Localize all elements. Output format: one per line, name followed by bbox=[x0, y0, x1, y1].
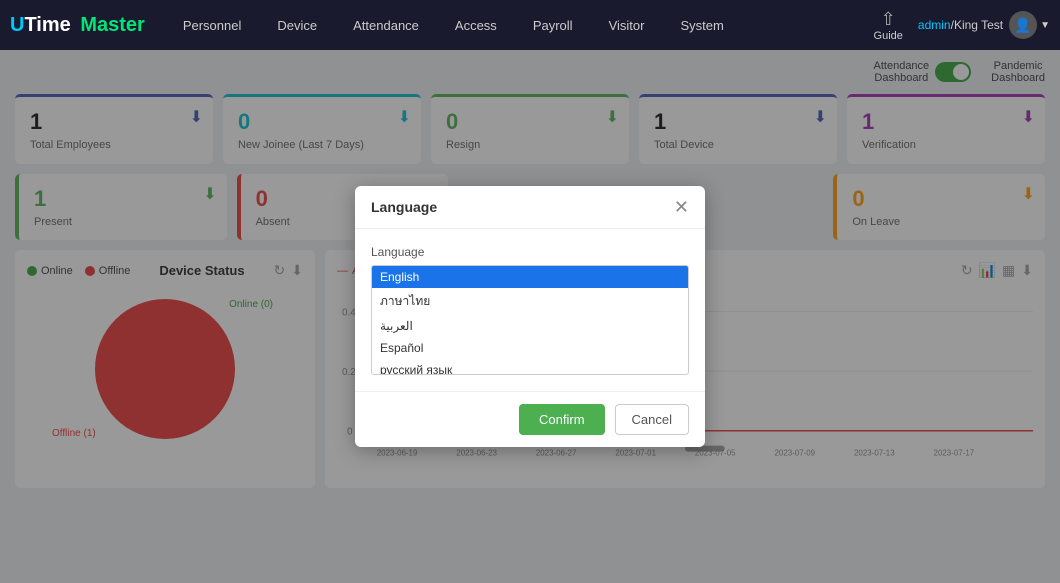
lang-option-english[interactable]: English bbox=[372, 266, 688, 288]
app-logo[interactable]: UTime Master bbox=[10, 14, 145, 37]
language-field-label: Language bbox=[371, 245, 689, 259]
nav-payroll[interactable]: Payroll bbox=[525, 13, 581, 38]
user-section[interactable]: admin/King Test 👤 ▼ bbox=[918, 11, 1050, 39]
lang-option-thai[interactable]: ภาษาไทย bbox=[372, 288, 688, 315]
nav-access[interactable]: Access bbox=[447, 13, 505, 38]
lang-option-spanish[interactable]: Español bbox=[372, 337, 688, 359]
user-dropdown-icon[interactable]: ▼ bbox=[1040, 20, 1050, 31]
modal-footer: Confirm Cancel bbox=[355, 391, 705, 447]
modal-header: Language ✕ bbox=[355, 186, 705, 229]
confirm-button[interactable]: Confirm bbox=[519, 404, 605, 435]
guide-label: Guide bbox=[874, 30, 903, 42]
language-modal: Language ✕ Language English ภาษาไทย العر… bbox=[355, 186, 705, 447]
dashboard: Attendance Dashboard Pandemic Dashboard … bbox=[0, 50, 1060, 583]
guide-icon: ⇧ bbox=[881, 9, 896, 30]
modal-body: Language English ภาษาไทย العربية Español… bbox=[355, 229, 705, 391]
modal-close-button[interactable]: ✕ bbox=[674, 198, 689, 216]
lang-option-russian[interactable]: русский язык bbox=[372, 359, 688, 375]
nav-attendance[interactable]: Attendance bbox=[345, 13, 427, 38]
user-name: admin/King Test bbox=[918, 18, 1003, 32]
language-list[interactable]: English ภาษาไทย العربية Español русский … bbox=[371, 265, 689, 375]
nav-personnel[interactable]: Personnel bbox=[175, 13, 250, 38]
guide-section[interactable]: ⇧ Guide bbox=[874, 9, 903, 42]
avatar: 👤 bbox=[1009, 11, 1037, 39]
logo-master: Master bbox=[80, 14, 144, 37]
nav-system[interactable]: System bbox=[672, 13, 731, 38]
cancel-button[interactable]: Cancel bbox=[615, 404, 689, 435]
modal-overlay[interactable]: Language ✕ Language English ภาษาไทย العر… bbox=[0, 50, 1060, 583]
logo-u: U bbox=[10, 14, 24, 37]
nav-menu: Personnel Device Attendance Access Payro… bbox=[175, 13, 874, 38]
nav-device[interactable]: Device bbox=[269, 13, 325, 38]
logo-time: Time bbox=[24, 14, 70, 37]
lang-option-arabic[interactable]: العربية bbox=[372, 315, 688, 337]
nav-visitor[interactable]: Visitor bbox=[601, 13, 653, 38]
top-navigation: UTime Master Personnel Device Attendance… bbox=[0, 0, 1060, 50]
logo-space bbox=[73, 14, 79, 37]
modal-title: Language bbox=[371, 199, 437, 215]
